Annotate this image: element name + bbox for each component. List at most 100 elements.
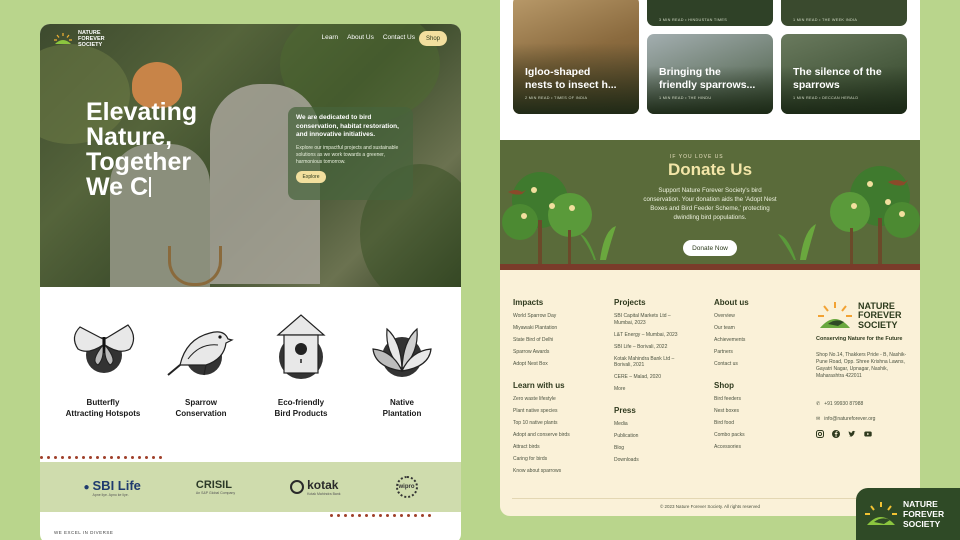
instagram-icon[interactable] — [816, 430, 824, 438]
social-links — [816, 430, 872, 438]
blog-title-line: sparrows — [793, 79, 840, 91]
nav-link-contact-us[interactable]: Contact Us — [383, 34, 415, 41]
partner-name: SBI Life — [92, 477, 141, 493]
partner-logo-crisil[interactable]: CRISIL An S&P Global Company — [196, 479, 235, 495]
blog-card-partial[interactable]: 3 MIN READ • HINDUSTAN TIMES — [647, 0, 773, 26]
blog-title-line: Bringing the — [659, 66, 721, 78]
footer-link[interactable]: SBI Capital Markets Ltd – Mumbai, 2023 — [614, 313, 678, 326]
hero-headline: Elevating Nature, Together We C — [86, 100, 236, 200]
blog-meta: 2 MIN READ • TIMES OF INDIA — [525, 96, 588, 100]
footer-link[interactable]: Top 10 native plants — [513, 420, 603, 427]
plant-icon — [372, 327, 432, 377]
org-email[interactable]: ✉ info@natureforever.org — [816, 416, 875, 422]
footer-link[interactable]: Kotak Mahindra Bank Ltd – Borivali, 2021 — [614, 356, 678, 369]
footer-link[interactable]: Downloads — [614, 457, 678, 464]
blog-card[interactable]: Bringing the friendly sparrows... 1 MIN … — [647, 34, 773, 114]
hero-headline-line: Elevating — [86, 98, 198, 126]
kotak-circle-icon — [290, 480, 305, 494]
homepage-mockup: NATURE FOREVER SOCIETY Learn About Us Co… — [40, 24, 461, 540]
blog-card[interactable]: The silence of the sparrows 1 MIN READ •… — [781, 34, 907, 114]
footer-link[interactable]: Know about sparrows — [513, 468, 603, 475]
phone-number: +91 99930 87988 — [824, 401, 864, 407]
footer-link[interactable]: Achievements — [714, 337, 794, 344]
footer-column-impacts: Impacts World Sparrow Day Miyawaki Plant… — [513, 298, 603, 480]
footer-link[interactable]: Overview — [714, 313, 794, 320]
nav-link-learn[interactable]: Learn — [321, 34, 338, 41]
footer-link[interactable]: Blog — [614, 445, 678, 452]
footer-link[interactable]: Contact us — [714, 361, 794, 368]
hero-section: NATURE FOREVER SOCIETY Learn About Us Co… — [40, 24, 461, 287]
blog-meta: 1 MIN READ • THE WEEK INDIA — [793, 18, 858, 22]
mail-icon: ✉ — [816, 416, 821, 422]
butterfly-icon — [73, 324, 135, 373]
donate-title: Donate Us — [667, 160, 753, 179]
partner-sub: Apne liye. Apno ke liye. — [92, 492, 129, 497]
partner-sub: An S&P Global Company — [195, 491, 236, 495]
footer-link[interactable]: Bird food — [714, 420, 794, 427]
footer-heading: Shop — [714, 381, 734, 390]
footer-link[interactable]: More — [614, 386, 678, 393]
hero-info-text: Explore our impactful projects and susta… — [296, 144, 399, 165]
footer-link[interactable]: Plant native species — [513, 408, 603, 415]
footer-link[interactable]: Partners — [714, 349, 794, 356]
shop-button[interactable]: Shop — [419, 31, 447, 46]
footer-link[interactable]: Bird feeders — [714, 396, 794, 403]
nav-link-about-us[interactable]: About Us — [347, 34, 374, 41]
feature-label-line: Attracting Hotspots — [65, 409, 141, 418]
footer-link[interactable]: Adopt and conserve birds — [513, 432, 573, 439]
footer-logo[interactable]: NATURE FOREVER SOCIETY — [816, 300, 902, 332]
donate-now-button[interactable]: Donate Now — [683, 240, 737, 256]
badge-line: SOCIETY — [903, 519, 941, 529]
blog-title-line: Igloo-shaped — [525, 66, 591, 78]
footer-link[interactable]: State Bird of Delhi — [513, 337, 603, 344]
feature-birdhouse[interactable]: Eco-friendly Bird Products — [256, 309, 346, 419]
facebook-icon[interactable] — [832, 430, 840, 438]
blog-meta: 3 MIN READ • HINDUSTAN TIMES — [659, 18, 728, 22]
blog-meta: 1 MIN READ • THE HINDU — [659, 96, 712, 100]
footer-link[interactable]: Combo packs — [714, 432, 794, 439]
footer-link[interactable]: Media — [614, 421, 678, 428]
footer-link[interactable]: Adopt Nest Box — [513, 361, 603, 368]
footer-link[interactable]: CERE – Malad, 2020 — [614, 374, 678, 381]
top-navbar: NATURE FOREVER SOCIETY Learn About Us Co… — [40, 24, 461, 54]
footer-link[interactable]: Nest boxes — [714, 408, 794, 415]
footer-link[interactable]: SBI Life – Borivali, 2022 — [614, 344, 678, 351]
sparrow-icon — [167, 331, 234, 376]
footer-link[interactable]: Our team — [714, 325, 794, 332]
sun-bird-logo-icon — [865, 502, 897, 525]
blog-card[interactable]: Igloo-shaped nests to insect h... 2 MIN … — [513, 0, 639, 114]
footer-mockup: 3 MIN READ • HINDUSTAN TIMES 1 MIN READ … — [500, 0, 920, 516]
logo-line: SOCIETY — [78, 42, 103, 48]
footer-link[interactable]: Publication — [614, 433, 678, 440]
footer-heading: Learn with us — [513, 381, 565, 390]
site-logo[interactable]: NATURE FOREVER SOCIETY — [52, 30, 105, 48]
footer-heading: Projects — [614, 298, 646, 307]
org-phone[interactable]: ✆ +91 99930 87988 — [816, 401, 863, 407]
partners-strip: ● SBI Life Apne liye. Apno ke liye. CRISI… — [40, 462, 461, 512]
footer-link[interactable]: Attract birds — [513, 444, 603, 451]
partner-logo-wipro[interactable]: wipro — [395, 476, 418, 498]
partner-sub: Kotak Mahindra Bank — [307, 492, 341, 496]
twitter-icon[interactable] — [848, 430, 856, 438]
blog-title: Igloo-shaped nests to insect h... — [525, 66, 617, 92]
footer-link[interactable]: L&T Energy – Mumbai, 2023 — [614, 332, 678, 339]
site-footer: Impacts World Sparrow Day Miyawaki Plant… — [500, 270, 920, 516]
footer-link[interactable]: World Sparrow Day — [513, 313, 603, 320]
footer-link[interactable]: Sparrow Awards — [513, 349, 603, 356]
feature-plantation[interactable]: Native Plantation — [357, 309, 447, 419]
youtube-icon[interactable] — [864, 430, 872, 438]
partner-logo-sbi-life[interactable]: ● SBI Life Apne liye. Apno ke liye. — [83, 478, 140, 497]
donate-section: IF YOU LOVE US Donate Us Support Nature … — [500, 140, 920, 270]
footer-link[interactable]: Zero waste lifestyle — [513, 396, 603, 403]
feature-butterfly[interactable]: Butterfly Attracting Hotspots — [58, 309, 148, 419]
partner-logo-kotak[interactable]: kotak Kotak Mahindra Bank — [290, 478, 341, 496]
footer-link[interactable]: Miyawaki Plantation — [513, 325, 603, 332]
blog-card-partial[interactable]: 1 MIN READ • THE WEEK INDIA — [781, 0, 907, 26]
feature-sparrow[interactable]: Sparrow Conservation — [156, 309, 246, 419]
feature-label-line: Native — [389, 398, 414, 407]
blog-title-line: friendly sparrows... — [659, 79, 756, 91]
corner-brand-badge: NATURE FOREVER SOCIETY — [856, 488, 960, 540]
footer-link[interactable]: Accessories — [714, 444, 794, 451]
explore-button[interactable]: Explore — [296, 170, 326, 183]
footer-link[interactable]: Caring for birds — [513, 456, 603, 463]
